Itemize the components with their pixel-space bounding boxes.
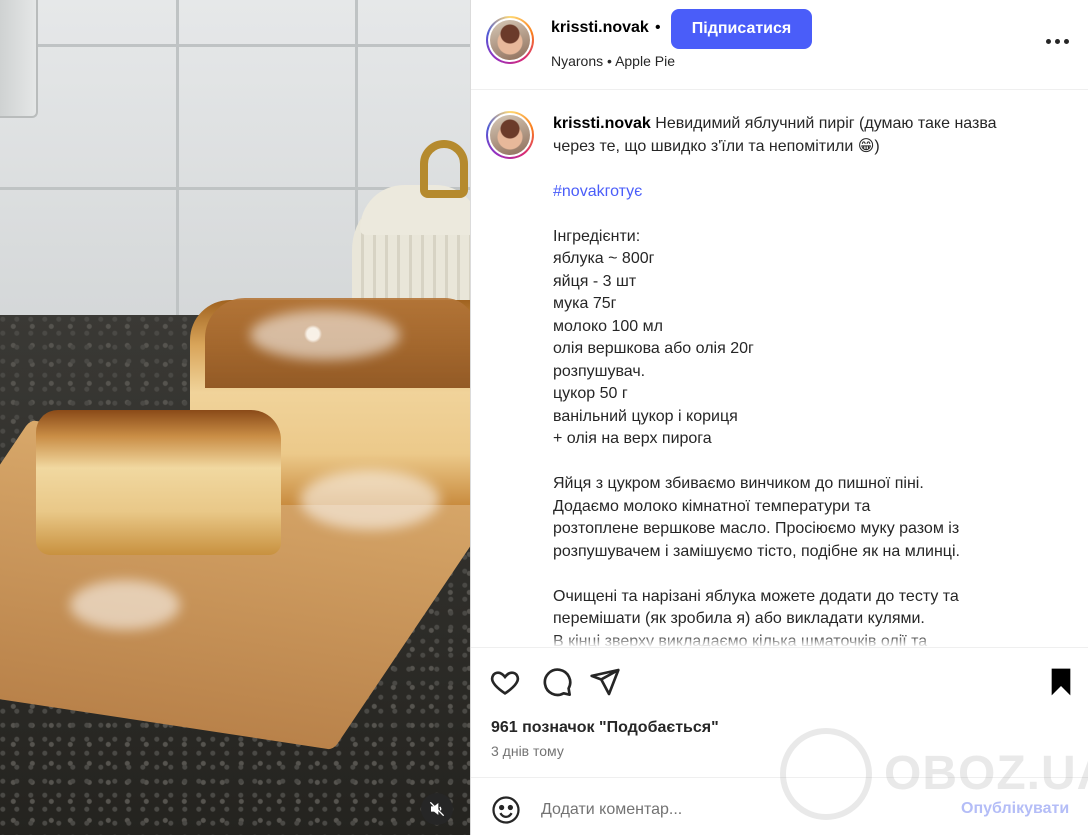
caption-username[interactable]: krissti.novak: [553, 115, 651, 132]
caption-line: яблука ~ 800г: [553, 250, 655, 267]
caption-line: [553, 563, 1023, 586]
comment-icon[interactable]: [541, 666, 573, 698]
audio-track[interactable]: Apple Pie: [615, 53, 675, 69]
likes-count[interactable]: 961 позначок "Подобається": [491, 719, 719, 737]
follow-button[interactable]: Підписатися: [671, 9, 812, 49]
audio-subtitle[interactable]: Nyarons • Apple Pie: [551, 53, 675, 69]
action-bar: 961 позначок "Подобається" 3 днів тому: [471, 647, 1088, 777]
heart-icon[interactable]: [489, 666, 521, 698]
avatar[interactable]: [486, 16, 534, 64]
caption-avatar[interactable]: [486, 111, 534, 159]
caption-line: ванільний цукор і кориця: [553, 407, 738, 425]
apple-pie-slice: [36, 410, 281, 555]
caption-line: [553, 158, 1023, 181]
caption-line: перемішати (як зробила я) або викладати …: [553, 610, 925, 627]
comment-bar: Опублікувати: [471, 777, 1088, 835]
caption-line: + олія на верх пирога: [553, 430, 712, 447]
post-panel: krissti.novak • Підписатися Nyarons • Ap…: [470, 0, 1088, 835]
more-icon[interactable]: [1039, 31, 1075, 51]
caption-line: розпушувачем і замішуємо тісто, подібне …: [553, 542, 960, 560]
powdered-sugar: [300, 470, 440, 530]
post-media[interactable]: [0, 0, 470, 835]
caption-section: krissti.novak Невидимий яблучний пиріг (…: [471, 91, 1088, 647]
powdered-sugar: [70, 580, 180, 630]
caption-line: Додаємо молоко кімнатної температури та: [553, 497, 871, 515]
mute-button[interactable]: [421, 793, 453, 825]
caption-line: Інгредієнти:: [553, 227, 641, 245]
powdered-sugar: [250, 310, 400, 360]
caption-line: мука 75г: [553, 295, 617, 312]
caption-fade: [471, 635, 1088, 647]
muted-speaker-icon: [429, 801, 445, 817]
caption-line: [553, 451, 1023, 474]
caption-line: через те, що швидко з'їли та непомітили …: [553, 137, 880, 155]
publish-button[interactable]: Опублікувати: [961, 800, 1069, 818]
caption-text: krissti.novak Невидимий яблучний пиріг (…: [553, 113, 1023, 647]
bookmark-icon[interactable]: [1045, 666, 1077, 698]
emoji-icon[interactable]: [491, 795, 521, 825]
caption-line: розпушувач.: [553, 362, 646, 380]
caption-line: Очищені та нарізані яблука можете додати…: [553, 587, 959, 605]
caption-line: Невидимий яблучний пиріг (думаю таке наз…: [655, 115, 997, 132]
caption-line: цукор 50 г: [553, 385, 628, 402]
hashtag-link[interactable]: #novakготує: [553, 181, 1023, 204]
caption-line: молоко 100 мл: [553, 317, 663, 335]
post-header: krissti.novak • Підписатися Nyarons • Ap…: [471, 0, 1088, 90]
wall-socket: [0, 0, 38, 118]
caption-line: олія вершкова або олія 20г: [553, 340, 754, 357]
caption-line: яйця - 3 шт: [553, 272, 637, 290]
jar-knob: [420, 140, 468, 198]
send-icon[interactable]: [589, 666, 621, 698]
comment-input[interactable]: [541, 796, 941, 824]
separator-dot: •: [655, 19, 661, 36]
caption-line: [553, 203, 1023, 226]
audio-artist[interactable]: Nyarons: [551, 53, 603, 69]
subtitle-dot: •: [607, 53, 612, 69]
header-username[interactable]: krissti.novak: [551, 19, 649, 37]
post-timestamp[interactable]: 3 днів тому: [491, 743, 564, 759]
caption-line: розтоплене вершкове масло. Просіюємо мук…: [553, 520, 960, 537]
caption-line: Яйця з цукром збиваємо винчиком до пишно…: [553, 475, 924, 492]
